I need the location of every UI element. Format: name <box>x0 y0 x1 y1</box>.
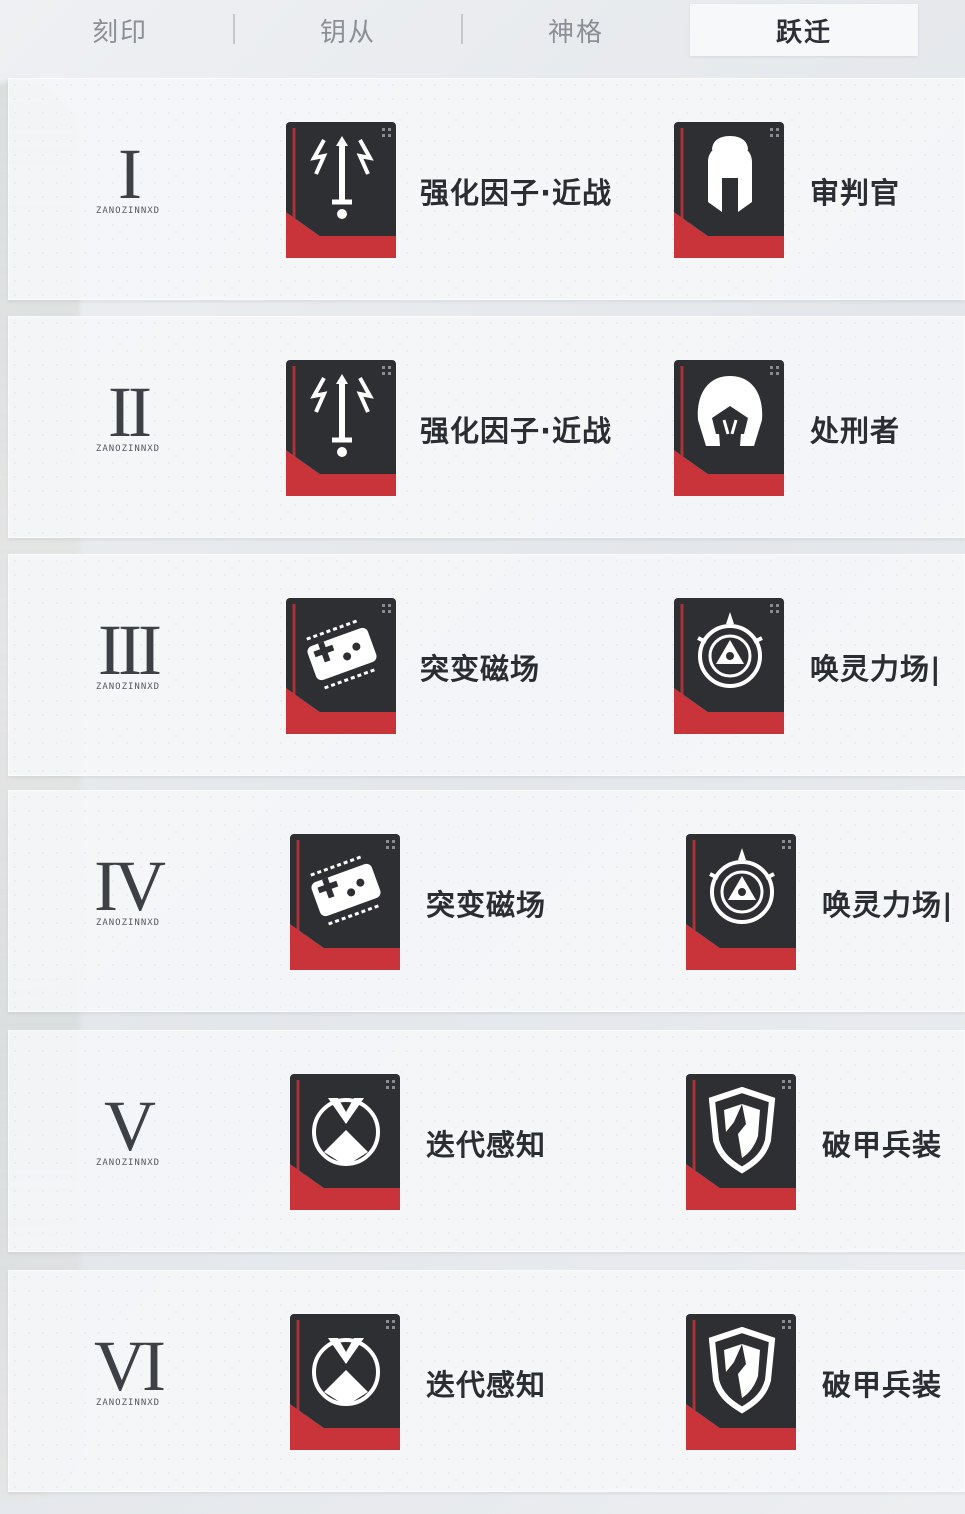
tier-rank: III ZANOZINNXD <box>78 614 178 692</box>
skill-label: 唤灵力场| <box>822 888 954 922</box>
skill-label: 破甲兵装 <box>822 1368 943 1402</box>
broken-shield-icon[interactable] <box>680 1074 796 1210</box>
tab-key-servant[interactable]: 钥从 <box>234 4 462 56</box>
tier-rank-subtitle: ZANOZINNXD <box>95 918 161 928</box>
skill-label: 迭代感知 <box>426 1368 547 1402</box>
magnetic-field-icon[interactable] <box>280 598 396 734</box>
tab-engraving[interactable]: 刻印 <box>6 4 234 56</box>
tab-divinity[interactable]: 神格 <box>462 4 690 56</box>
tier-rank: II ZANOZINNXD <box>78 376 178 454</box>
skill-label: 审判官 <box>810 176 901 210</box>
skill-label: 强化因子·近战 <box>420 414 613 448</box>
spartan-helmet-icon[interactable] <box>668 122 784 258</box>
sword-lightning-icon[interactable] <box>280 360 396 496</box>
tier-rank-numeral: II <box>108 372 152 452</box>
tier-rank: V ZANOZINNXD <box>78 1090 178 1168</box>
tier-rank-numeral: VI <box>94 1326 166 1406</box>
magnetic-field-icon[interactable] <box>284 834 400 970</box>
tier-rank-subtitle: ZANOZINNXD <box>95 1158 161 1168</box>
skill-label: 迭代感知 <box>426 1128 547 1162</box>
tier-row: III ZANOZINNXD 突变磁场 唤灵力场| <box>8 554 965 776</box>
summon-sigil-icon[interactable] <box>680 834 796 970</box>
tier-rank: IV ZANOZINNXD <box>78 850 178 928</box>
skill-label: 唤灵力场| <box>810 652 942 686</box>
tier-rank: I ZANOZINNXD <box>78 138 178 216</box>
tier-rank-subtitle: ZANOZINNXD <box>95 444 161 454</box>
tier-rank-numeral: III <box>98 610 162 690</box>
tier-row: II ZANOZINNXD 强化因子·近战 处刑者 <box>8 316 965 538</box>
skill-label: 突变磁场 <box>420 652 541 686</box>
tab-transition[interactable]: 跃迁 <box>690 4 918 56</box>
tier-row: V ZANOZINNXD 迭代感知 破甲兵装 <box>8 1030 965 1252</box>
tier-row: VI ZANOZINNXD 迭代感知 破甲兵装 <box>8 1270 965 1492</box>
tier-rank-numeral: I <box>118 134 142 214</box>
summon-sigil-icon[interactable] <box>668 598 784 734</box>
skill-label: 破甲兵装 <box>822 1128 943 1162</box>
skill-label: 处刑者 <box>810 414 901 448</box>
tier-row: IV ZANOZINNXD 突变磁场 唤灵力场| <box>8 790 965 1012</box>
hooded-helmet-icon[interactable] <box>668 360 784 496</box>
tier-row: I ZANOZINNXD 强化因子·近战 审判官 <box>8 78 965 300</box>
tab-bar: 刻印 钥从 神格 跃迁 <box>0 0 965 60</box>
tier-rank-numeral: IV <box>94 846 166 926</box>
iteration-icon[interactable] <box>284 1314 400 1450</box>
iteration-icon[interactable] <box>284 1074 400 1210</box>
tier-rank-subtitle: ZANOZINNXD <box>95 1398 161 1408</box>
skill-label: 强化因子·近战 <box>420 176 613 210</box>
tier-rank-subtitle: ZANOZINNXD <box>95 682 161 692</box>
tier-rank: VI ZANOZINNXD <box>78 1330 178 1408</box>
sword-lightning-icon[interactable] <box>280 122 396 258</box>
broken-shield-icon[interactable] <box>680 1314 796 1450</box>
skill-label: 突变磁场 <box>426 888 547 922</box>
tier-rank-numeral: V <box>104 1086 156 1166</box>
tier-rank-subtitle: ZANOZINNXD <box>95 206 161 216</box>
